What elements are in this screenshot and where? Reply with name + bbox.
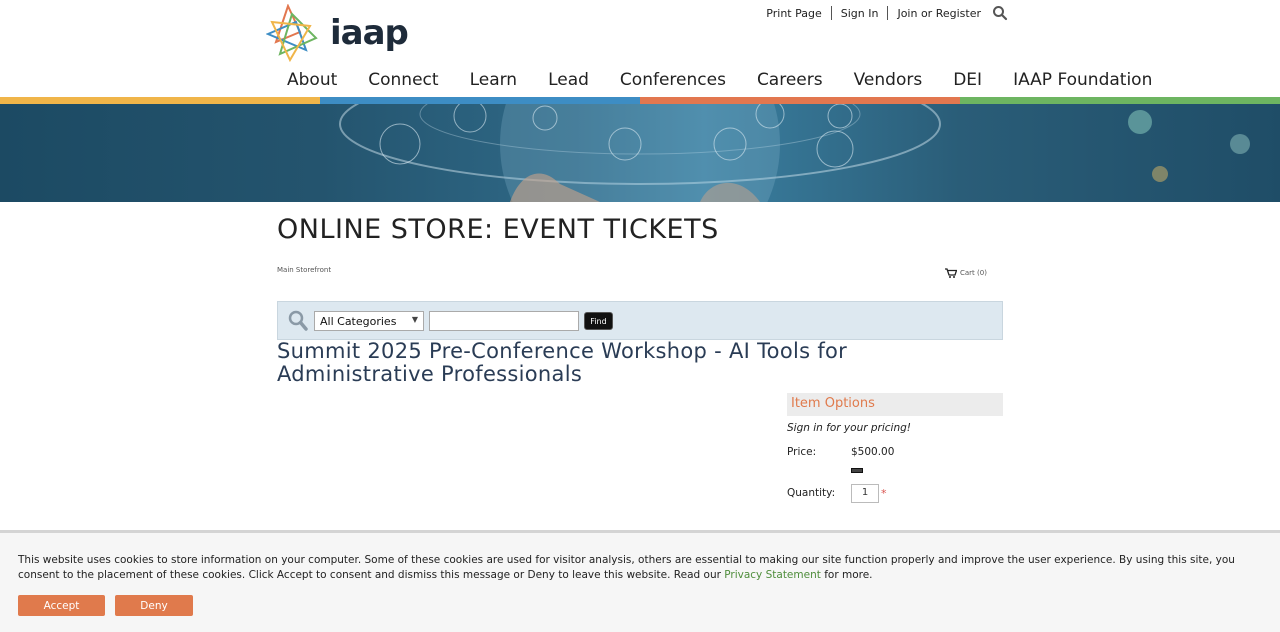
nav-lead[interactable]: Lead — [538, 70, 589, 90]
item-options-heading: Item Options — [787, 393, 1003, 416]
search-icon[interactable] — [992, 5, 1008, 21]
quantity-input[interactable]: 1 — [851, 484, 879, 503]
utility-links: Print Page Sign In Join or Register — [757, 5, 1008, 21]
join-register-link[interactable]: Join or Register — [888, 7, 990, 20]
nav-about[interactable]: About — [277, 70, 337, 90]
nav-learn[interactable]: Learn — [460, 70, 518, 90]
item-options-panel: Item Options Sign in for your pricing! P… — [787, 393, 1003, 503]
print-page-link[interactable]: Print Page — [757, 7, 830, 20]
hero-banner — [0, 104, 1280, 202]
stripe-green — [960, 97, 1280, 104]
network-globe-illustration — [339, 104, 1250, 202]
main-nav: About Connect Learn Lead Conferences Car… — [277, 70, 1173, 90]
logo-text: iaap — [330, 13, 409, 53]
nav-connect[interactable]: Connect — [358, 70, 438, 90]
price-indicator — [851, 468, 863, 473]
required-marker: * — [881, 487, 887, 500]
find-button[interactable]: Find — [584, 312, 613, 330]
category-select[interactable]: All Categories ▼ — [314, 311, 424, 331]
stripe-yellow — [0, 97, 320, 104]
stripe-orange — [640, 97, 960, 104]
cart-link[interactable]: Cart (0) — [945, 268, 987, 278]
product-title: Summit 2025 Pre-Conference Workshop - AI… — [277, 339, 848, 386]
logo-mark-icon — [266, 4, 318, 62]
nav-dei[interactable]: DEI — [943, 70, 982, 90]
chevron-down-icon: ▼ — [411, 315, 418, 324]
cookie-text-main: This website uses cookies to store infor… — [18, 554, 1235, 581]
deny-button[interactable]: Deny — [115, 595, 193, 616]
nav-iaap-foundation[interactable]: IAAP Foundation — [1003, 70, 1152, 90]
stripe-blue — [320, 97, 640, 104]
breadcrumb-main-storefront[interactable]: Main Storefront — [277, 266, 331, 274]
cart-label: Cart (0) — [960, 269, 987, 277]
magnifier-icon — [288, 310, 308, 331]
sign-in-link[interactable]: Sign In — [832, 7, 888, 20]
nav-vendors[interactable]: Vendors — [844, 70, 923, 90]
category-selected-value: All Categories — [320, 315, 397, 328]
color-stripe — [0, 97, 1280, 104]
cart-icon — [945, 268, 957, 278]
nav-conferences[interactable]: Conferences — [610, 70, 726, 90]
cookie-text-end: for more. — [820, 569, 873, 581]
page-title: ONLINE STORE: EVENT TICKETS — [277, 214, 719, 245]
quantity-label: Quantity: — [787, 487, 836, 499]
accept-button[interactable]: Accept — [18, 595, 105, 616]
cookie-consent-banner: This website uses cookies to store infor… — [0, 530, 1280, 632]
signin-pricing-message[interactable]: Sign in for your pricing! — [787, 422, 1003, 434]
nav-careers[interactable]: Careers — [747, 70, 823, 90]
search-input[interactable] — [429, 311, 579, 331]
iaap-logo[interactable]: iaap — [266, 4, 409, 62]
cookie-message: This website uses cookies to store infor… — [18, 553, 1262, 583]
price-value: $500.00 — [851, 446, 895, 458]
price-label: Price: — [787, 446, 817, 458]
store-search-panel: All Categories ▼ Find — [277, 301, 1003, 340]
privacy-statement-link[interactable]: Privacy Statement — [724, 569, 821, 581]
